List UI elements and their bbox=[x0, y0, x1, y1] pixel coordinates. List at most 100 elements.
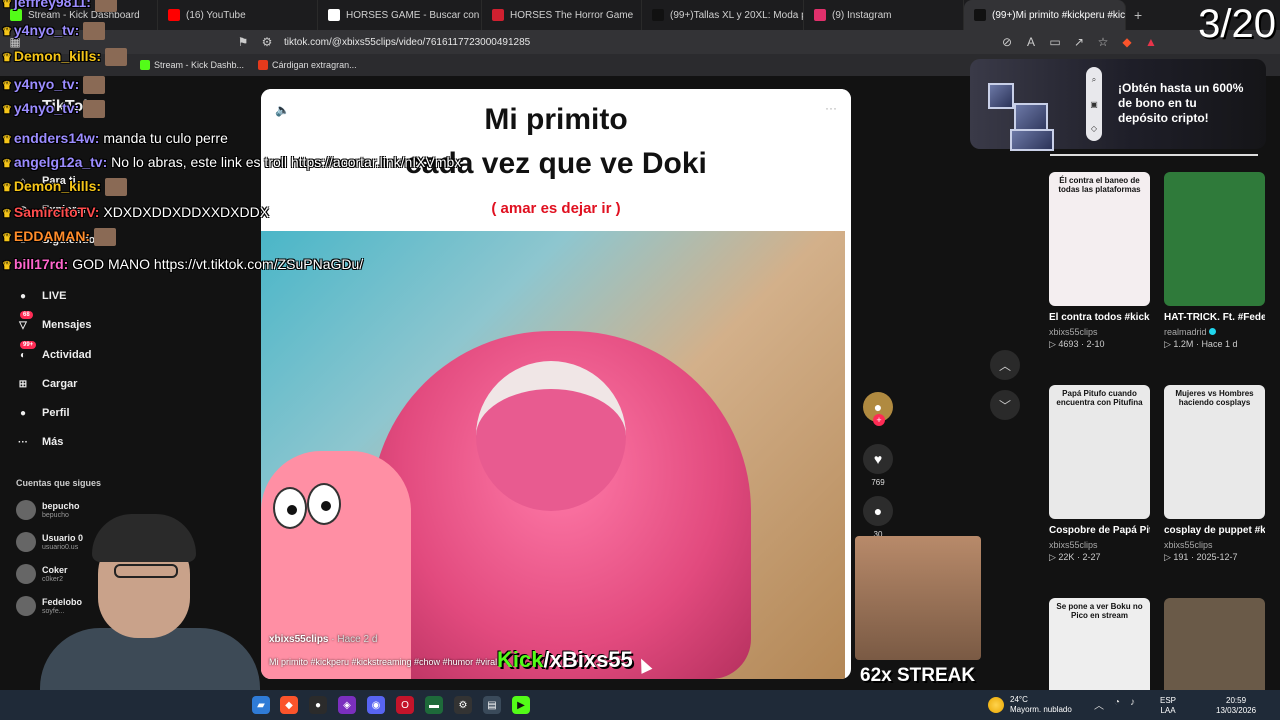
recommendations-divider bbox=[1050, 154, 1258, 156]
recommended-meta: ▷ 191 · 2025-12-7 bbox=[1164, 552, 1238, 562]
gift-box-icon[interactable]: ▣ bbox=[1090, 100, 1098, 109]
chevron-up-icon: ︿ bbox=[998, 358, 1011, 373]
kick-taskbar-icon[interactable]: ▶ bbox=[512, 696, 530, 714]
streak-label: 62x STREAK bbox=[860, 665, 976, 686]
recommended-video[interactable]: HAT-TRICK. Ft. #FedeValverde ... realmadr… bbox=[1164, 172, 1265, 350]
no-audio-icon[interactable]: ⊘ bbox=[998, 33, 1016, 51]
search-icon[interactable]: ⌕ bbox=[1092, 75, 1096, 85]
browser-tab[interactable]: (99+)Tallas XL y 20XL: Moda para Te bbox=[642, 0, 804, 30]
chevron-up-icon[interactable]: ︿ bbox=[1094, 697, 1104, 712]
tiktok-icon bbox=[652, 9, 664, 21]
video-thumbnail[interactable]: Papá Pitufo cuando encuentra con Pitufin… bbox=[1049, 385, 1150, 519]
chat-emote-icon bbox=[94, 0, 117, 13]
nav-item-8[interactable]: ● Perfil bbox=[14, 404, 70, 422]
chat-emote-icon bbox=[83, 76, 106, 95]
play-icon: ▷ bbox=[1164, 552, 1174, 562]
chat-emote-icon bbox=[83, 100, 106, 119]
chat-text: No lo abras, este link es troll https://… bbox=[107, 154, 462, 170]
chat-badge-icon: ♛ bbox=[2, 52, 12, 64]
comment-action[interactable]: ● 30 bbox=[862, 496, 894, 539]
obs-icon[interactable]: ● bbox=[309, 696, 327, 714]
chat-badge-icon: ♛ bbox=[2, 0, 12, 10]
tab-label: (99+)Mi primito #kickperu #kic bbox=[992, 9, 1126, 21]
like-action[interactable]: ♥ 769 bbox=[862, 444, 894, 487]
previous-video-button[interactable]: ︿ bbox=[990, 350, 1020, 380]
translate-icon[interactable]: A bbox=[1022, 33, 1040, 51]
tab-label: (99+)Tallas XL y 20XL: Moda para Te bbox=[670, 9, 803, 21]
cast-icon[interactable]: ▭ bbox=[1046, 33, 1064, 51]
tiktok-icon bbox=[974, 9, 986, 21]
next-video-button[interactable]: ﹀ bbox=[990, 390, 1020, 420]
chat-message: ♛ EDDAMAN: bbox=[2, 228, 117, 247]
app-gray-icon[interactable]: ▤ bbox=[483, 696, 501, 714]
heart-icon[interactable]: ♥ bbox=[863, 444, 893, 474]
star-icon[interactable]: ☆ bbox=[1094, 33, 1112, 51]
nav-item-5[interactable]: ▽ 68 Mensajes bbox=[14, 311, 92, 334]
browser-tab[interactable]: HORSES The Horror Game bbox=[482, 0, 642, 30]
recommended-title: Cospobre de Papá Pitufo #kickperu... bbox=[1049, 525, 1150, 536]
network-icon[interactable]: ◔ bbox=[1114, 697, 1120, 712]
chat-message: ♛ endders14w: manda tu culo perre bbox=[2, 130, 228, 146]
recommended-meta: ▷ 22K · 2-27 bbox=[1049, 552, 1101, 562]
gift-icon bbox=[988, 83, 1014, 109]
comment-icon[interactable]: ● bbox=[863, 496, 893, 526]
recommended-user[interactable]: xbixs55clips bbox=[1049, 540, 1150, 550]
recommended-video[interactable]: Papá Pitufo cuando encuentra con Pitufin… bbox=[1049, 385, 1150, 563]
recommended-user[interactable]: realmadrid bbox=[1164, 327, 1265, 337]
messages-icon: ▽ 68 bbox=[14, 311, 33, 334]
horses-icon bbox=[492, 9, 504, 21]
opera-icon[interactable]: O bbox=[396, 696, 414, 714]
video-thumbnail[interactable] bbox=[1164, 172, 1265, 306]
nav-item-9[interactable]: ··· Más bbox=[14, 433, 63, 451]
chat-badge-icon: ♛ bbox=[2, 208, 12, 220]
creator-avatar[interactable]: ● + bbox=[862, 392, 894, 426]
brave-icon[interactable]: ◆ bbox=[280, 696, 298, 714]
nav-label: Mensajes bbox=[42, 319, 92, 331]
chat-username: jeffrey9811: bbox=[13, 0, 91, 10]
steam-icon[interactable]: ⚙ bbox=[454, 696, 472, 714]
nav-item-4[interactable]: ● LIVE bbox=[14, 287, 66, 305]
recommended-video[interactable]: Mujeres vs Hombres haciendo cosplays cosp… bbox=[1164, 385, 1265, 563]
play-icon: ▷ bbox=[1164, 339, 1174, 349]
chat-message: ♛ jeffrey9811: bbox=[2, 0, 117, 13]
explorer-icon[interactable]: ▰ bbox=[252, 696, 270, 714]
discord-icon[interactable]: ◉ bbox=[367, 696, 385, 714]
app-green-icon[interactable]: ▬ bbox=[425, 696, 443, 714]
brave-rewards-icon[interactable]: ▲ bbox=[1142, 33, 1160, 51]
recommended-video[interactable]: Él contra el baneo de todas las platafor… bbox=[1049, 172, 1150, 350]
weather-desc: Mayorm. nublado bbox=[1010, 705, 1072, 714]
nav-item-6[interactable]: ◐ 99+ Actividad bbox=[14, 341, 92, 364]
nav-item-7[interactable]: ⊞ Cargar bbox=[14, 375, 78, 393]
brave-shield-icon[interactable]: ◆ bbox=[1118, 33, 1136, 51]
tag-icon[interactable]: ◇ bbox=[1091, 124, 1097, 133]
app-purple-icon[interactable]: ◈ bbox=[338, 696, 356, 714]
more-options-icon[interactable]: ··· bbox=[825, 101, 837, 115]
profile-icon: ● bbox=[19, 407, 27, 419]
browser-tab[interactable]: (99+)Mi primito #kickperu #kic✕ bbox=[964, 0, 1126, 30]
clock[interactable]: 20:59 13/03/2026 bbox=[1216, 696, 1256, 716]
chat-message: ♛ Demon_kills: bbox=[2, 48, 128, 67]
notification-badge: 68 bbox=[20, 311, 33, 319]
weather-widget[interactable]: 24°C Mayorm. nublado bbox=[988, 695, 1072, 715]
video-description: Mi primito #kickperu #kickstreaming #cho… bbox=[269, 657, 498, 667]
promo-banner[interactable]: ⌕ ▣ ◇ ¡Obtén hasta un 600% de bono en tu… bbox=[970, 59, 1266, 151]
recommended-user[interactable]: xbixs55clips bbox=[1049, 327, 1150, 337]
new-tab-icon[interactable]: + bbox=[1126, 7, 1150, 23]
recommended-user[interactable]: xbixs55clips bbox=[1164, 540, 1265, 550]
follow-plus-icon[interactable]: + bbox=[873, 414, 885, 426]
share-icon[interactable]: ↗ bbox=[1070, 33, 1088, 51]
browser-tab[interactable]: (9) Instagram bbox=[804, 0, 964, 30]
video-thumbnail[interactable]: Él contra el baneo de todas las platafor… bbox=[1049, 172, 1150, 306]
chat-emote-icon bbox=[83, 22, 106, 41]
like-count: 769 bbox=[871, 478, 885, 487]
chat-message: ♛ Demon_kills: bbox=[2, 178, 128, 197]
video-author[interactable]: xbixs55clips · Hace 2 d bbox=[269, 634, 377, 645]
chat-username: EDDAMAN: bbox=[13, 228, 91, 244]
microphone-icon[interactable]: ♪ bbox=[1130, 697, 1135, 712]
sticker-eye bbox=[273, 487, 307, 529]
stream-counter: 3/20 bbox=[1198, 2, 1276, 46]
language-indicator[interactable]: ESP LAA bbox=[1160, 696, 1176, 716]
tab-label: (9) Instagram bbox=[832, 9, 892, 21]
chat-badge-icon: ♛ bbox=[2, 134, 12, 146]
video-thumbnail[interactable]: Mujeres vs Hombres haciendo cosplays bbox=[1164, 385, 1265, 519]
